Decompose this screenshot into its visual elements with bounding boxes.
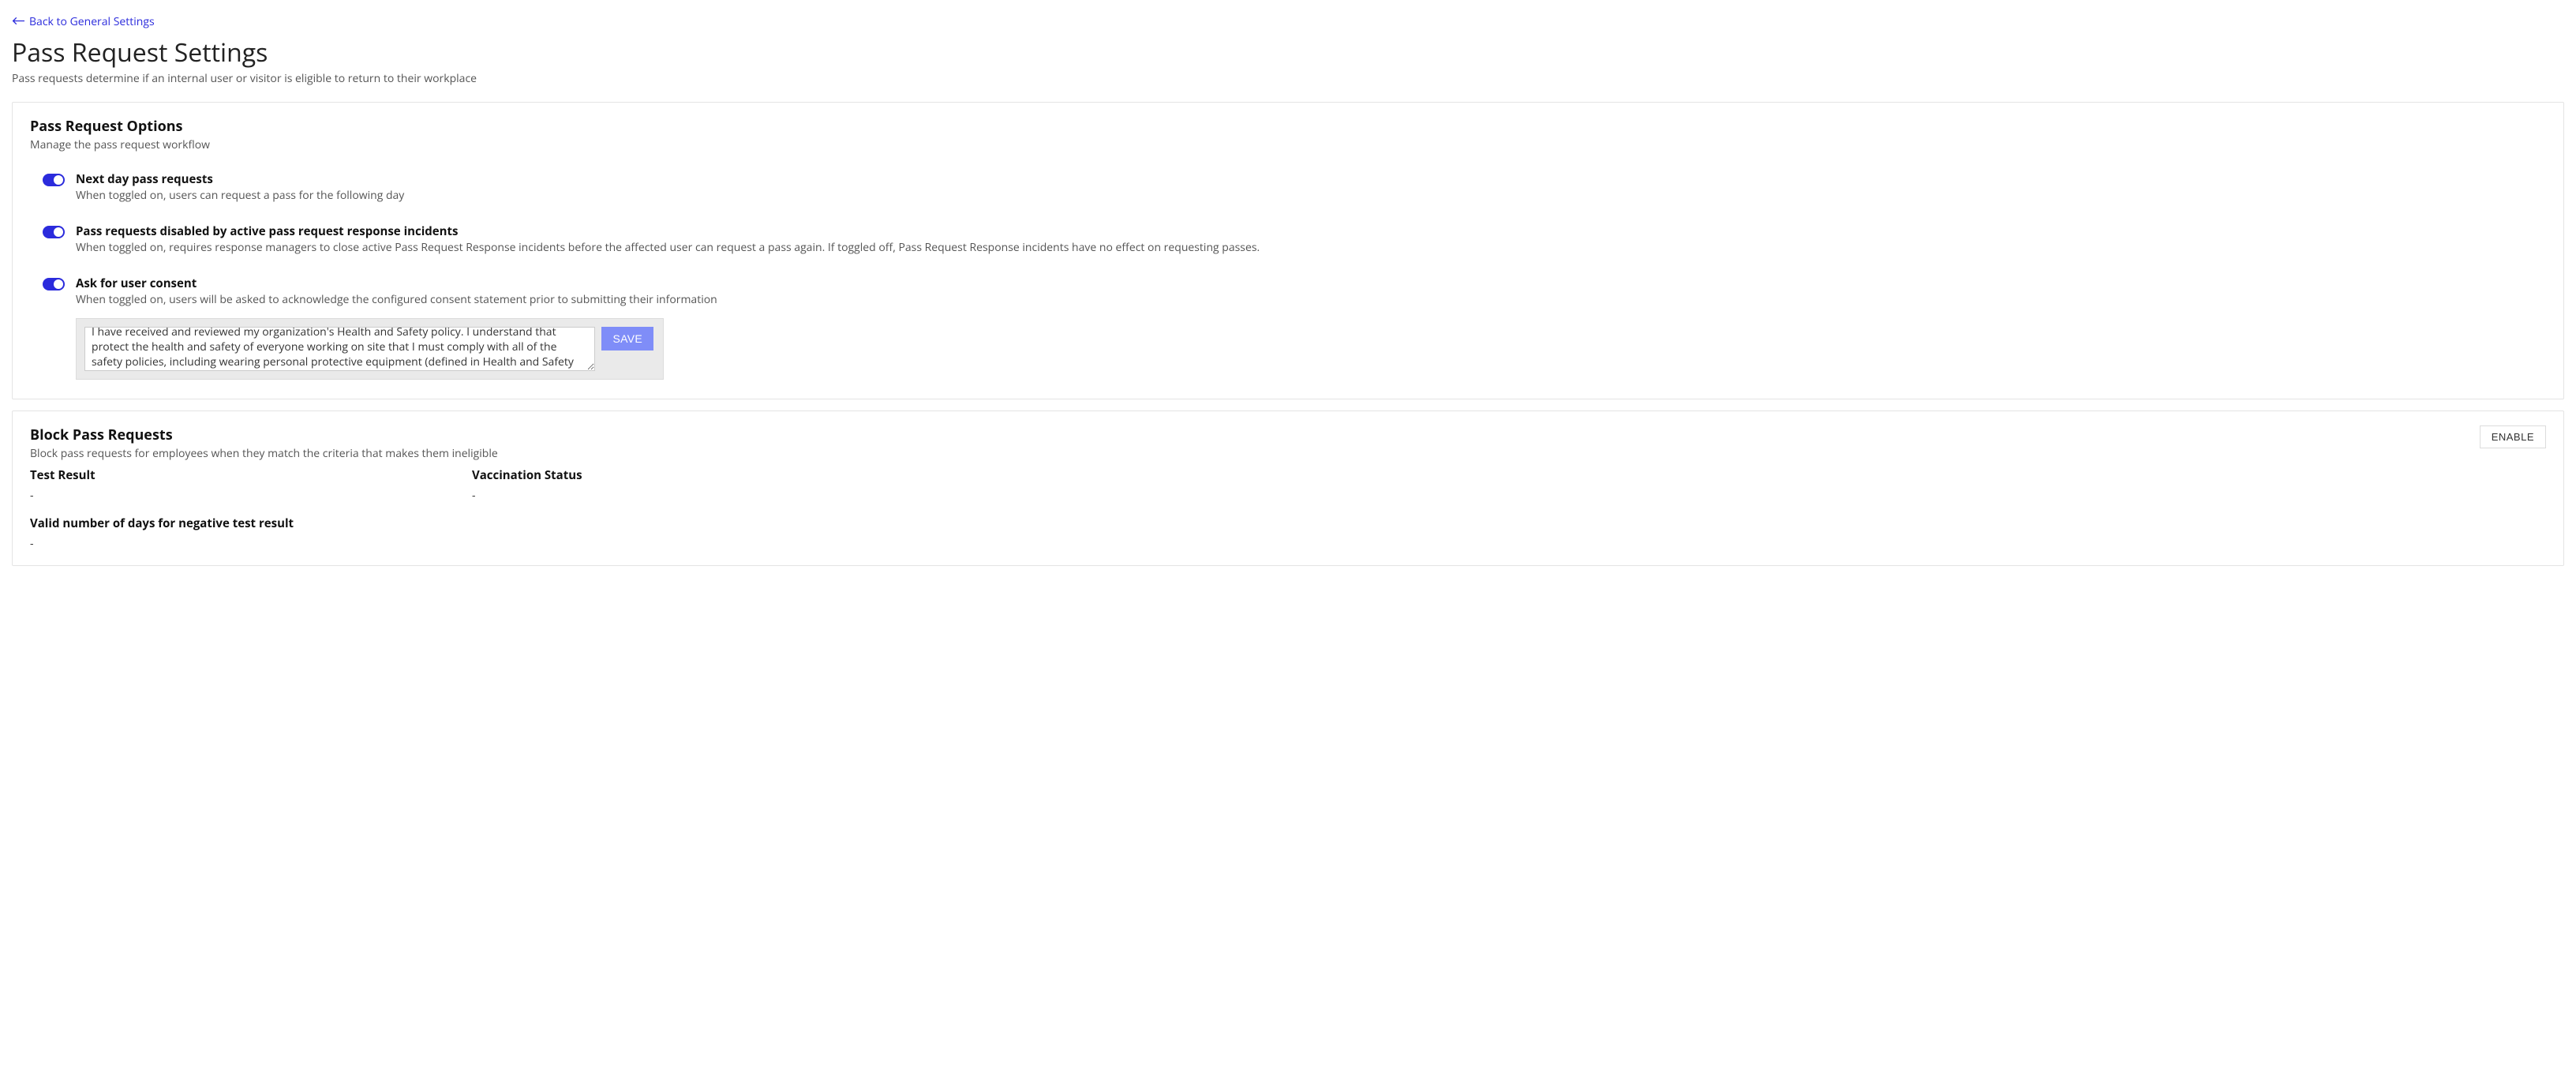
block-card-subtitle: Block pass requests for employees when t… — [30, 446, 498, 461]
page-subtitle: Pass requests determine if an internal u… — [12, 71, 2564, 86]
toggle-disable-by-incident[interactable] — [43, 226, 65, 238]
option-desc: When toggled on, users can request a pas… — [76, 188, 2546, 203]
option-desc: When toggled on, requires response manag… — [76, 240, 2546, 255]
options-card-title: Pass Request Options — [30, 117, 2546, 136]
toggle-user-consent[interactable] — [43, 278, 65, 290]
criteria-test-result-label: Test Result — [30, 467, 425, 483]
option-user-consent: Ask for user consent When toggled on, us… — [30, 275, 2546, 380]
option-title: Next day pass requests — [76, 171, 2546, 187]
criteria-grid: Test Result - Valid number of days for n… — [30, 467, 2546, 551]
block-card-title: Block Pass Requests — [30, 425, 498, 444]
criteria-vaccination-value: - — [472, 488, 867, 503]
enable-button[interactable]: ENABLE — [2480, 425, 2546, 448]
criteria-test-result-value: - — [30, 488, 425, 503]
back-link-label: Back to General Settings — [29, 14, 155, 29]
criteria-valid-days-value: - — [30, 536, 425, 551]
criteria-vaccination-label: Vaccination Status — [472, 467, 867, 483]
options-card-subtitle: Manage the pass request workflow — [30, 137, 2546, 152]
arrow-left-icon — [12, 14, 24, 29]
option-desc: When toggled on, users will be asked to … — [76, 292, 2546, 307]
options-card: Pass Request Options Manage the pass req… — [12, 102, 2564, 399]
consent-textarea[interactable] — [84, 327, 595, 371]
option-disable-by-incident: Pass requests disabled by active pass re… — [30, 223, 2546, 255]
option-title: Pass requests disabled by active pass re… — [76, 223, 2546, 239]
toggle-next-day[interactable] — [43, 174, 65, 186]
criteria-valid-days-label: Valid number of days for negative test r… — [30, 515, 425, 531]
block-card: Block Pass Requests Block pass requests … — [12, 410, 2564, 566]
consent-editor: SAVE — [76, 318, 664, 380]
option-next-day: Next day pass requests When toggled on, … — [30, 171, 2546, 203]
save-button[interactable]: SAVE — [601, 327, 653, 350]
option-title: Ask for user consent — [76, 275, 2546, 291]
back-to-general-settings-link[interactable]: Back to General Settings — [12, 14, 155, 29]
page-title: Pass Request Settings — [12, 36, 2564, 69]
